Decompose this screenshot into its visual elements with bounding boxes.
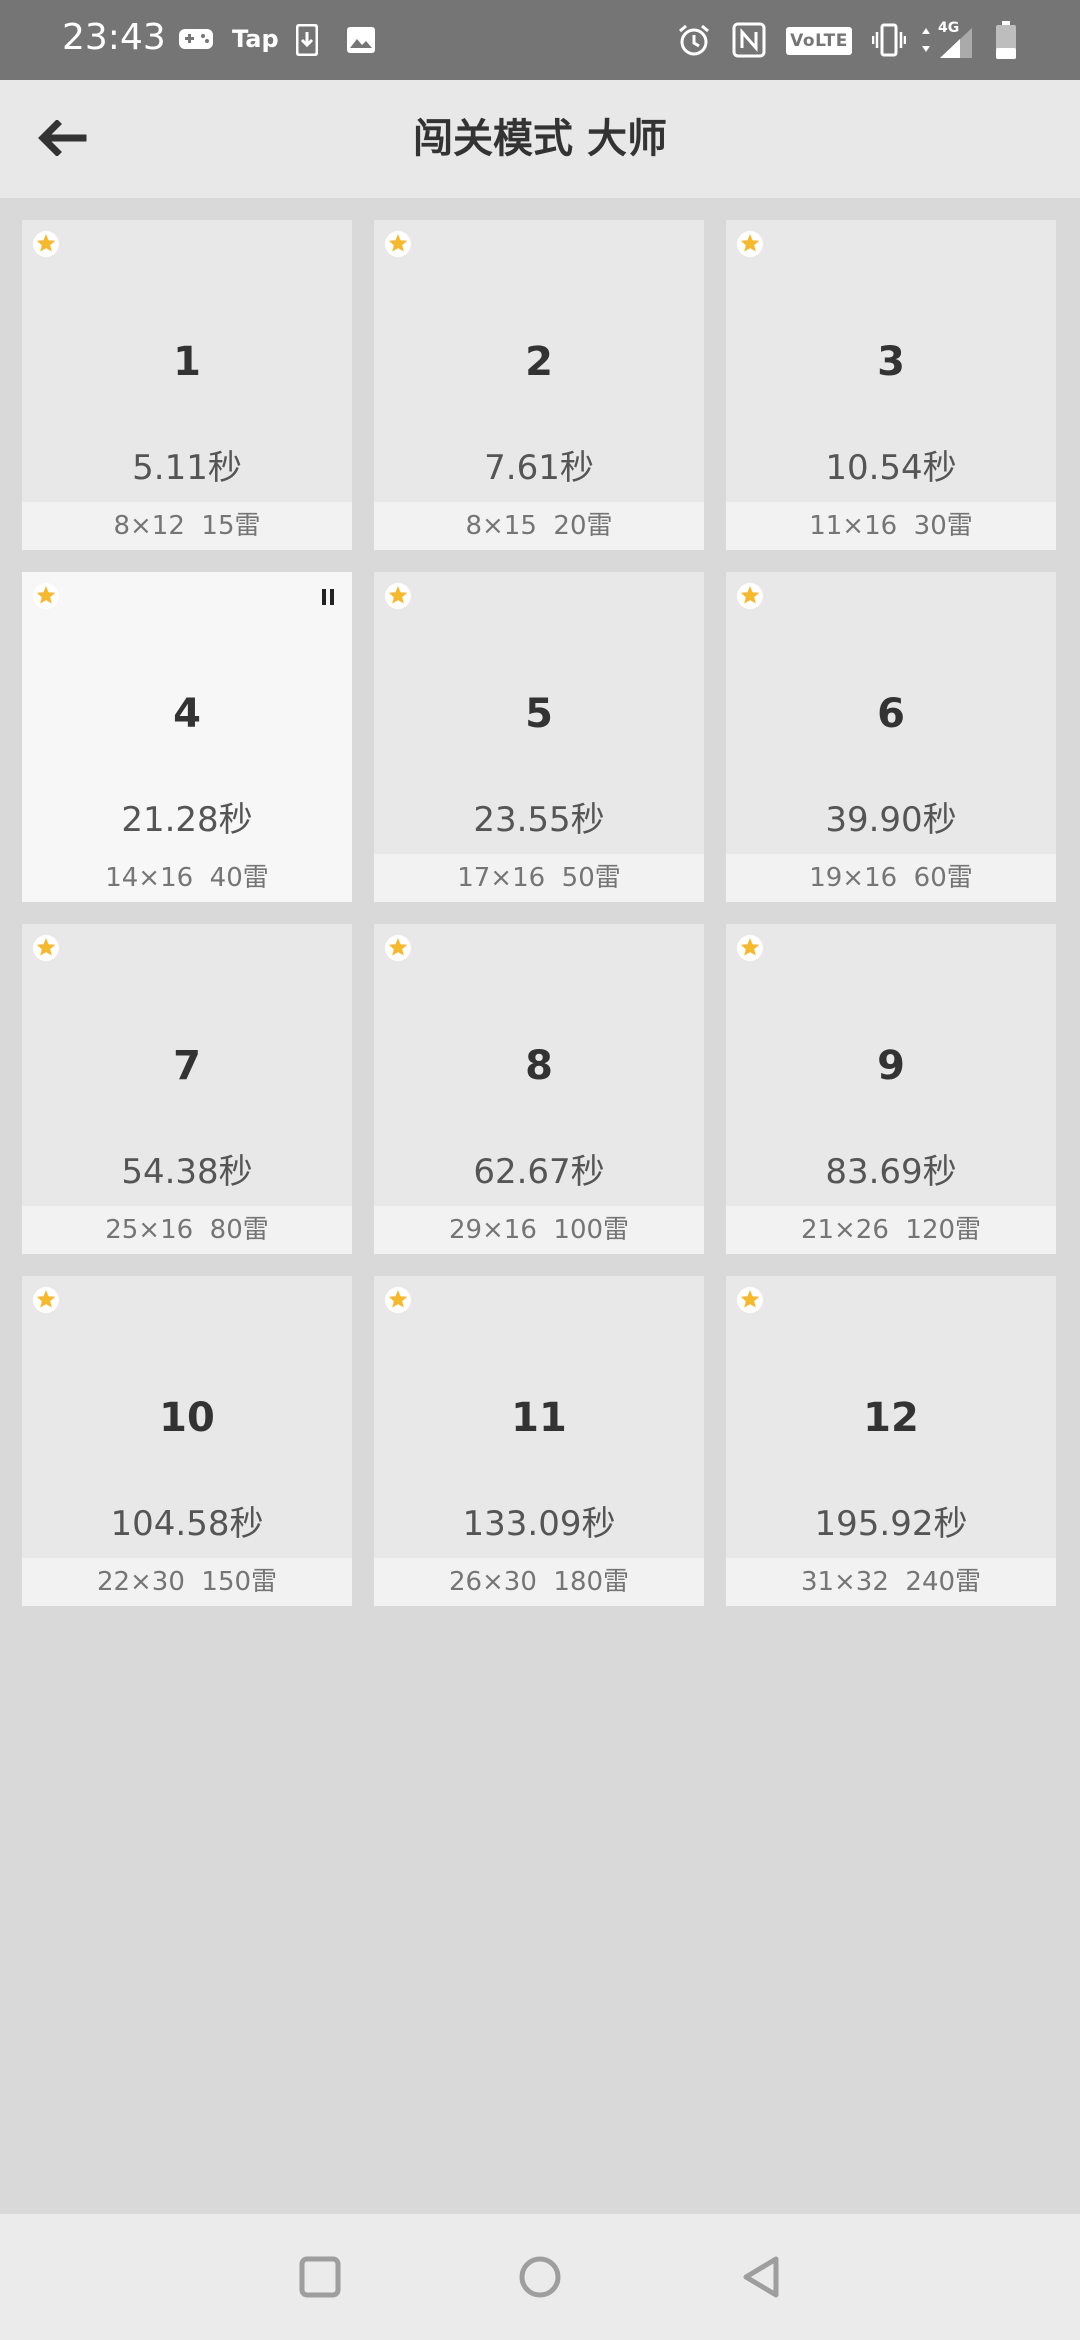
level-number: 12 bbox=[863, 1395, 919, 1441]
level-tile[interactable]: 5 23.55秒 17×16 50雷 bbox=[374, 572, 704, 902]
level-select-screen: 23:43 Tap VoLTE 4G 闯关模式 大师 1 5.11秒 8×12 … bbox=[0, 0, 1080, 2340]
recents-button[interactable] bbox=[290, 2247, 350, 2307]
level-best-time: 7.61秒 bbox=[484, 448, 594, 488]
level-number: 8 bbox=[525, 1043, 553, 1089]
level-number: 3 bbox=[877, 339, 905, 385]
volte-icon: VoLTE bbox=[786, 27, 852, 55]
nfc-icon bbox=[732, 22, 766, 62]
battery-icon bbox=[994, 20, 1018, 64]
level-board-info: 26×30 180雷 bbox=[374, 1558, 704, 1606]
star-icon bbox=[385, 231, 411, 257]
level-board-info: 22×30 150雷 bbox=[22, 1558, 352, 1606]
level-tile[interactable]: 8 62.67秒 29×16 100雷 bbox=[374, 924, 704, 1254]
level-tile[interactable]: 1 5.11秒 8×12 15雷 bbox=[22, 220, 352, 550]
level-tile[interactable]: 7 54.38秒 25×16 80雷 bbox=[22, 924, 352, 1254]
star-icon bbox=[737, 583, 763, 609]
level-board-info: 8×12 15雷 bbox=[22, 502, 352, 550]
level-number: 9 bbox=[877, 1043, 905, 1089]
level-number: 10 bbox=[159, 1395, 215, 1441]
level-best-time: 83.69秒 bbox=[825, 1152, 957, 1192]
signal-icon bbox=[920, 26, 976, 64]
level-tile[interactable]: 12 195.92秒 31×32 240雷 bbox=[726, 1276, 1056, 1606]
star-icon bbox=[33, 1287, 59, 1313]
level-board-info: 19×16 60雷 bbox=[726, 854, 1056, 902]
level-best-time: 21.28秒 bbox=[121, 800, 253, 840]
level-number: 6 bbox=[877, 691, 905, 737]
level-board-info: 21×26 120雷 bbox=[726, 1206, 1056, 1254]
level-number: 7 bbox=[173, 1043, 201, 1089]
level-grid: 1 5.11秒 8×12 15雷 2 7.61秒 8×15 20雷 3 10.54秒 11×16… bbox=[22, 220, 1056, 1606]
star-icon bbox=[737, 1287, 763, 1313]
level-best-time: 133.09秒 bbox=[462, 1504, 616, 1544]
level-number: 2 bbox=[525, 339, 553, 385]
level-board-info: 8×15 20雷 bbox=[374, 502, 704, 550]
level-best-time: 195.92秒 bbox=[814, 1504, 968, 1544]
level-board-info: 31×32 240雷 bbox=[726, 1558, 1056, 1606]
level-best-time: 39.90秒 bbox=[825, 800, 957, 840]
tap-icon: Tap bbox=[232, 25, 279, 53]
level-best-time: 5.11秒 bbox=[132, 448, 242, 488]
level-tile[interactable]: 4 21.28秒 14×16 40雷 bbox=[22, 572, 352, 902]
level-board-info: 11×16 30雷 bbox=[726, 502, 1056, 550]
pause-icon bbox=[322, 589, 334, 605]
level-tile[interactable]: 3 10.54秒 11×16 30雷 bbox=[726, 220, 1056, 550]
star-icon bbox=[737, 935, 763, 961]
level-number: 4 bbox=[173, 691, 201, 737]
level-board-info: 29×16 100雷 bbox=[374, 1206, 704, 1254]
back-triangle-icon bbox=[743, 2256, 779, 2298]
image-icon bbox=[346, 26, 376, 58]
level-tile[interactable]: 6 39.90秒 19×16 60雷 bbox=[726, 572, 1056, 902]
level-board-info: 25×16 80雷 bbox=[22, 1206, 352, 1254]
star-icon bbox=[33, 583, 59, 609]
level-tile[interactable]: 2 7.61秒 8×15 20雷 bbox=[374, 220, 704, 550]
level-tile[interactable]: 10 104.58秒 22×30 150雷 bbox=[22, 1276, 352, 1606]
star-icon bbox=[385, 1287, 411, 1313]
home-circle-icon bbox=[519, 2256, 561, 2298]
home-button[interactable] bbox=[510, 2247, 570, 2307]
level-number: 5 bbox=[525, 691, 553, 737]
alarm-icon bbox=[676, 22, 712, 62]
nav-back-button[interactable] bbox=[730, 2247, 790, 2307]
level-board-info: 14×16 40雷 bbox=[105, 863, 269, 893]
app-bar: 闯关模式 大师 bbox=[0, 80, 1080, 198]
level-best-time: 23.55秒 bbox=[473, 800, 605, 840]
level-tile[interactable]: 9 83.69秒 21×26 120雷 bbox=[726, 924, 1056, 1254]
star-icon bbox=[737, 231, 763, 257]
navigation-bar bbox=[0, 2214, 1080, 2340]
level-number: 1 bbox=[173, 339, 201, 385]
level-tile[interactable]: 11 133.09秒 26×30 180雷 bbox=[374, 1276, 704, 1606]
star-icon bbox=[385, 935, 411, 961]
level-board-info: 17×16 50雷 bbox=[374, 854, 704, 902]
level-best-time: 54.38秒 bbox=[121, 1152, 253, 1192]
status-time: 23:43 bbox=[62, 17, 166, 58]
level-best-time: 104.58秒 bbox=[110, 1504, 264, 1544]
star-icon bbox=[385, 583, 411, 609]
status-bar: 23:43 Tap VoLTE 4G bbox=[0, 0, 1080, 80]
level-number: 11 bbox=[511, 1395, 567, 1441]
download-icon bbox=[295, 23, 319, 60]
star-icon bbox=[33, 231, 59, 257]
recents-square-icon bbox=[299, 2256, 341, 2298]
page-title: 闯关模式 大师 bbox=[413, 116, 667, 162]
level-best-time: 62.67秒 bbox=[473, 1152, 605, 1192]
vibrate-icon bbox=[871, 22, 907, 62]
gamepad-icon bbox=[178, 26, 214, 56]
star-icon bbox=[33, 935, 59, 961]
level-best-time: 10.54秒 bbox=[825, 448, 957, 488]
